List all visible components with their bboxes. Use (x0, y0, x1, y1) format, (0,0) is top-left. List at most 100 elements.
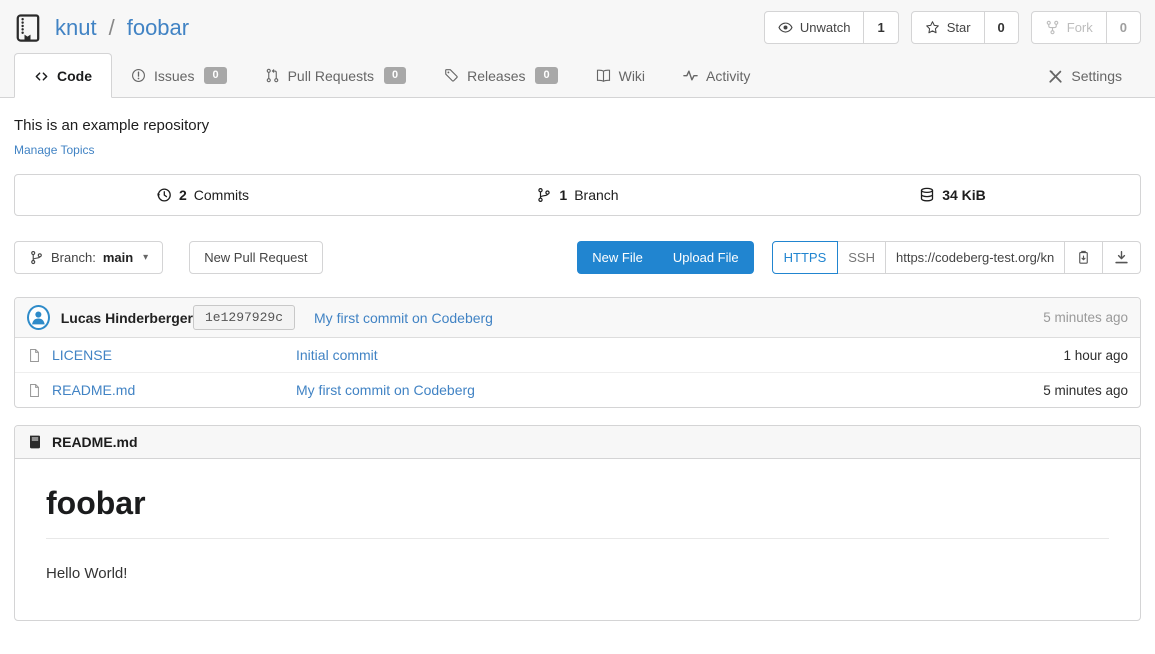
tab-activity-label: Activity (706, 68, 750, 84)
tab-settings[interactable]: Settings (1029, 54, 1141, 97)
size-stat[interactable]: 34 KiB (765, 175, 1140, 215)
commits-count: 2 (179, 187, 187, 203)
repo-actions: Unwatch 1 Star 0 (764, 11, 1141, 44)
file-list: Lucas Hinderberger 1e1297929c My first c… (14, 297, 1141, 408)
file-icon (27, 348, 42, 363)
clone-url-input[interactable] (886, 241, 1064, 274)
new-pull-request-label: New Pull Request (204, 250, 307, 265)
releases-count-badge: 0 (535, 67, 557, 84)
tab-settings-label: Settings (1071, 68, 1122, 84)
clipboard-copy-icon (1076, 250, 1091, 265)
chevron-down-icon: ▾ (143, 252, 148, 263)
repo-name-link[interactable]: foobar (127, 15, 189, 41)
watch-count[interactable]: 1 (863, 12, 897, 43)
repo-page: knut / foobar Unwatch 1 (0, 0, 1155, 637)
commit-time: 5 minutes ago (1043, 310, 1128, 325)
description-text: This is an example repository (14, 117, 1141, 134)
branch-icon (29, 250, 44, 265)
table-row: README.md My first commit on Codeberg 5 … (15, 372, 1140, 407)
branch-prefix: Branch: (51, 250, 96, 265)
manage-topics-link[interactable]: Manage Topics (14, 143, 95, 157)
size-value: 34 KiB (942, 187, 986, 203)
commit-message-link[interactable]: My first commit on Codeberg (314, 310, 493, 326)
repo-description: This is an example repository Manage Top… (14, 117, 1141, 159)
repo-main: This is an example repository Manage Top… (0, 117, 1155, 637)
tab-code[interactable]: Code (14, 53, 112, 98)
settings-tools-icon (1048, 69, 1063, 84)
book-icon (27, 434, 43, 450)
copy-clone-url-button[interactable] (1064, 241, 1103, 274)
file-cell: README.md (27, 382, 296, 398)
tab-releases[interactable]: Releases 0 (425, 53, 577, 97)
wiki-book-icon (596, 68, 611, 83)
tab-releases-label: Releases (467, 68, 525, 84)
readme-heading: foobar (46, 485, 1109, 539)
file-name-link[interactable]: LICENSE (52, 347, 112, 363)
file-commit-time: 5 minutes ago (1043, 383, 1128, 398)
star-count[interactable]: 0 (984, 12, 1018, 43)
repo-title: knut / foobar (14, 13, 189, 43)
tab-pull-requests-label: Pull Requests (288, 68, 374, 84)
tab-issues-label: Issues (154, 68, 194, 84)
ssh-toggle-button[interactable]: SSH (838, 241, 886, 274)
download-icon (1114, 250, 1129, 265)
readme-content: foobar Hello World! (15, 459, 1140, 620)
tabs-left: Code Issues 0 Pull Requests 0 (14, 53, 769, 97)
avatar[interactable] (27, 305, 50, 330)
tab-code-label: Code (57, 68, 92, 84)
file-name-link[interactable]: README.md (52, 382, 135, 398)
tab-wiki-label: Wiki (619, 68, 645, 84)
repo-separator: / (109, 15, 115, 41)
tab-activity[interactable]: Activity (664, 53, 769, 97)
file-commit-message-link[interactable]: My first commit on Codeberg (296, 382, 1043, 398)
tabs-right: Settings (1029, 54, 1141, 97)
branch-selector[interactable]: Branch: main ▾ (14, 241, 163, 274)
new-pull-request-button[interactable]: New Pull Request (189, 241, 322, 274)
fork-label: Fork (1067, 20, 1093, 35)
fork-icon (1045, 20, 1060, 35)
code-icon (34, 69, 49, 84)
header-zone: knut / foobar Unwatch 1 (0, 0, 1155, 98)
repo-stats-bar: 2 Commits 1 Branch 34 KiB (14, 174, 1141, 216)
code-toolbar: Branch: main ▾ New Pull Request New File… (14, 241, 1141, 274)
toolbar-right: New File Upload File HTTPS SSH (577, 241, 1141, 274)
database-icon (919, 187, 935, 203)
issue-icon (131, 68, 146, 83)
star-label: Star (947, 20, 971, 35)
table-row: LICENSE Initial commit 1 hour ago (15, 338, 1140, 372)
readme-filename: README.md (52, 434, 138, 450)
repo-owner-link[interactable]: knut (55, 15, 97, 41)
fork-button[interactable]: Fork (1032, 12, 1106, 43)
pull-requests-count-badge: 0 (384, 67, 406, 84)
star-group: Star 0 (911, 11, 1019, 44)
repo-book-icon (14, 13, 44, 43)
unwatch-button[interactable]: Unwatch (765, 12, 864, 43)
watch-group: Unwatch 1 (764, 11, 899, 44)
commit-author-name[interactable]: Lucas Hinderberger (61, 310, 193, 326)
branch-current: main (103, 250, 133, 265)
tag-icon (444, 68, 459, 83)
branches-count: 1 (559, 187, 567, 203)
download-archive-button[interactable] (1103, 241, 1141, 274)
file-actions-group: New File Upload File (577, 241, 753, 274)
star-button[interactable]: Star (912, 12, 984, 43)
repo-header: knut / foobar Unwatch 1 (0, 0, 1155, 53)
star-icon (925, 20, 940, 35)
branches-label: Branch (574, 187, 618, 203)
tab-pull-requests[interactable]: Pull Requests 0 (246, 53, 426, 97)
fork-count[interactable]: 0 (1106, 12, 1140, 43)
branch-icon (536, 187, 552, 203)
branches-stat[interactable]: 1 Branch (390, 175, 765, 215)
tab-issues[interactable]: Issues 0 (112, 53, 246, 97)
readme-header: README.md (15, 426, 1140, 459)
commit-sha-badge[interactable]: 1e1297929c (193, 305, 295, 330)
upload-file-button[interactable]: Upload File (658, 241, 754, 274)
new-file-button[interactable]: New File (577, 241, 658, 274)
commits-stat[interactable]: 2 Commits (15, 175, 390, 215)
file-commit-time: 1 hour ago (1063, 348, 1128, 363)
unwatch-label: Unwatch (800, 20, 851, 35)
tab-wiki[interactable]: Wiki (577, 53, 664, 97)
history-icon (156, 187, 172, 203)
file-commit-message-link[interactable]: Initial commit (296, 347, 1063, 363)
https-toggle-button[interactable]: HTTPS (772, 241, 839, 274)
